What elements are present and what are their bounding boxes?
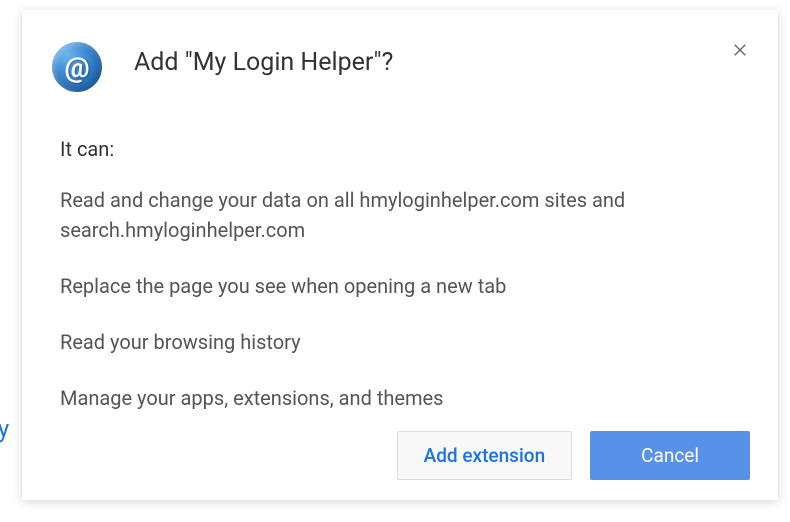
- background-text-fragment: n: [0, 270, 3, 341]
- permission-item: Read your browsing history: [60, 327, 740, 357]
- cancel-button[interactable]: Cancel: [590, 431, 750, 480]
- permissions-intro: It can:: [60, 137, 740, 161]
- dialog-header: @ Add "My Login Helper"?: [22, 10, 778, 92]
- permission-item: Read and change your data on all hmylogi…: [60, 185, 740, 245]
- permission-item: Replace the page you see when opening a …: [60, 271, 740, 301]
- dialog-title: Add "My Login Helper"?: [134, 48, 393, 77]
- close-button[interactable]: [730, 40, 750, 60]
- extension-icon: @: [52, 42, 102, 92]
- dialog-footer: Add extension Cancel: [397, 431, 750, 480]
- permission-item: Manage your apps, extensions, and themes: [60, 383, 740, 413]
- background-link-fragment: ty: [0, 415, 9, 443]
- close-icon: [731, 41, 749, 59]
- add-extension-button[interactable]: Add extension: [397, 431, 573, 480]
- dialog-body: It can: Read and change your data on all…: [22, 92, 778, 413]
- extension-install-dialog: @ Add "My Login Helper"? It can: Read an…: [22, 10, 778, 500]
- at-sign-icon: @: [64, 51, 89, 84]
